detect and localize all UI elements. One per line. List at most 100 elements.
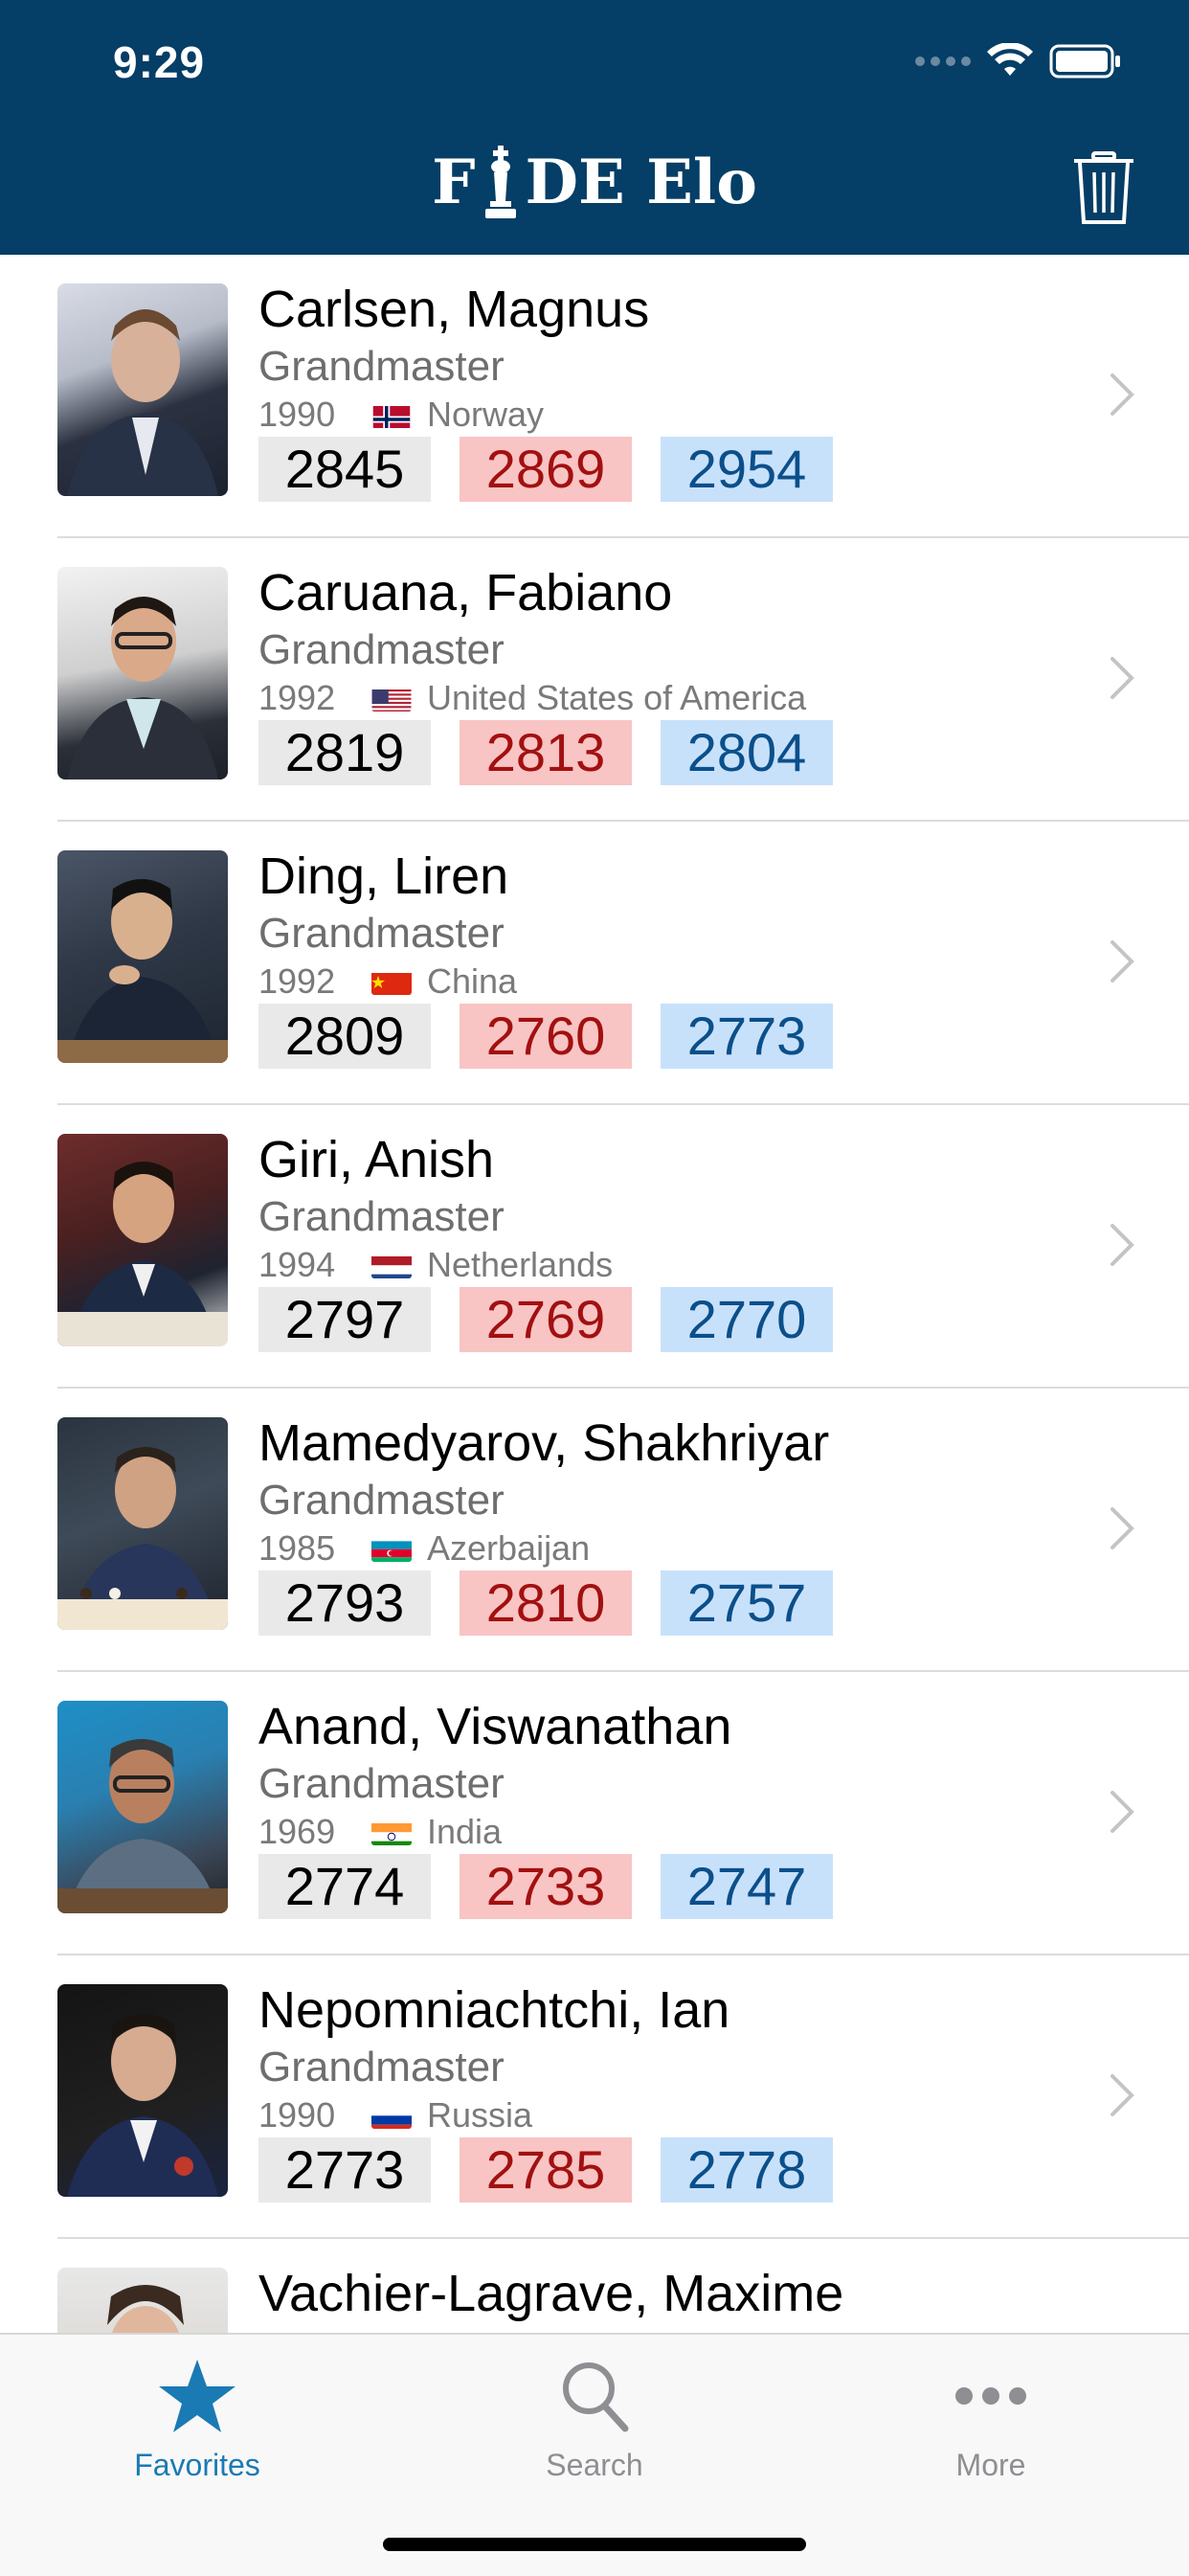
country-name: Russia bbox=[427, 2095, 533, 2135]
player-photo bbox=[57, 1701, 228, 1913]
blitz-rating: 2778 bbox=[661, 2137, 833, 2203]
ratings: 2793 2810 2757 bbox=[258, 1570, 833, 1636]
player-photo bbox=[57, 567, 228, 780]
player-name: Mamedyarov, Shakhriyar bbox=[258, 1414, 830, 1472]
player-row[interactable]: Carlsen, Magnus Grandmaster 1990 Norway … bbox=[0, 255, 1189, 538]
status-icons bbox=[915, 42, 1122, 80]
blitz-rating: 2954 bbox=[661, 437, 833, 502]
india-flag-icon bbox=[371, 1819, 412, 1845]
blitz-rating: 2770 bbox=[661, 1287, 833, 1352]
tab-favorites[interactable]: Favorites bbox=[54, 2348, 341, 2483]
player-meta: 1992 United States of America bbox=[258, 678, 806, 718]
ratings: 2797 2769 2770 bbox=[258, 1287, 833, 1352]
player-title: Grandmaster bbox=[258, 626, 505, 673]
home-indicator[interactable] bbox=[383, 2538, 806, 2551]
russia-flag-icon bbox=[371, 2102, 412, 2129]
norway-flag-icon bbox=[371, 401, 412, 428]
app-title-right: DE Elo bbox=[525, 147, 757, 218]
birth-year: 1969 bbox=[258, 1812, 336, 1851]
rapid-rating: 2769 bbox=[460, 1287, 632, 1352]
standard-rating: 2774 bbox=[258, 1854, 431, 1919]
player-photo bbox=[57, 850, 228, 1063]
status-time: 9:29 bbox=[113, 37, 206, 87]
player-title: Grandmaster bbox=[258, 1193, 505, 1240]
app-title-left: F bbox=[432, 147, 476, 218]
player-title: Grandmaster bbox=[258, 1477, 505, 1524]
standard-rating: 2809 bbox=[258, 1004, 431, 1069]
rapid-rating: 2733 bbox=[460, 1854, 632, 1919]
player-photo bbox=[57, 283, 228, 496]
player-meta: 1990 Russia bbox=[258, 2095, 532, 2135]
tab-label: Search bbox=[546, 2448, 643, 2482]
tab-more[interactable]: More bbox=[847, 2348, 1134, 2483]
birth-year: 1990 bbox=[258, 395, 336, 434]
trash-icon[interactable] bbox=[1072, 151, 1135, 226]
chevron-right-icon bbox=[1110, 2074, 1134, 2116]
rapid-rating: 2813 bbox=[460, 720, 632, 785]
ratings: 2809 2760 2773 bbox=[258, 1004, 833, 1069]
blitz-rating: 2804 bbox=[661, 720, 833, 785]
standard-rating: 2793 bbox=[258, 1570, 431, 1636]
player-meta: 1994 Netherlands bbox=[258, 1245, 613, 1285]
player-photo bbox=[57, 1134, 228, 1346]
tab-search[interactable]: Search bbox=[451, 2348, 738, 2483]
chess-king-icon bbox=[484, 146, 516, 218]
player-name: Anand, Viswanathan bbox=[258, 1698, 732, 1755]
player-meta: 1969 India bbox=[258, 1812, 502, 1852]
star-icon bbox=[159, 2360, 236, 2432]
chevron-right-icon bbox=[1110, 940, 1134, 983]
standard-rating: 2797 bbox=[258, 1287, 431, 1352]
player-meta: 1985 Azerbaijan bbox=[258, 1528, 590, 1569]
player-name: Giri, Anish bbox=[258, 1131, 495, 1188]
rapid-rating: 2869 bbox=[460, 437, 632, 502]
player-row[interactable]: Nepomniachtchi, Ian Grandmaster 1990 Rus… bbox=[0, 1955, 1189, 2239]
chevron-right-icon bbox=[1110, 657, 1134, 699]
player-meta: 1992 China bbox=[258, 961, 517, 1002]
netherlands-flag-icon bbox=[371, 1252, 412, 1278]
country-name: India bbox=[427, 1812, 503, 1851]
player-title: Grandmaster bbox=[258, 343, 505, 390]
country-name: Norway bbox=[427, 395, 545, 434]
blitz-rating: 2747 bbox=[661, 1854, 833, 1919]
birth-year: 1990 bbox=[258, 2095, 336, 2135]
search-icon bbox=[563, 2362, 629, 2432]
blitz-rating: 2773 bbox=[661, 1004, 833, 1069]
battery-icon bbox=[1049, 44, 1120, 79]
birth-year: 1994 bbox=[258, 1245, 336, 1284]
birth-year: 1992 bbox=[258, 678, 336, 717]
chevron-right-icon bbox=[1110, 1791, 1134, 1833]
player-row[interactable]: Giri, Anish Grandmaster 1994 Netherlands… bbox=[0, 1105, 1189, 1389]
player-meta: 1990 Norway bbox=[258, 395, 544, 435]
player-row[interactable]: Vachier-Lagrave, Maxime bbox=[0, 2239, 1189, 2333]
birth-year: 1985 bbox=[258, 1528, 336, 1568]
rapid-rating: 2760 bbox=[460, 1004, 632, 1069]
country-name: Netherlands bbox=[427, 1245, 614, 1284]
country-name: China bbox=[427, 961, 518, 1001]
cellular-signal-icon bbox=[915, 56, 971, 66]
birth-year: 1992 bbox=[258, 961, 336, 1001]
azerbaijan-flag-icon bbox=[371, 1535, 412, 1562]
player-name: Caruana, Fabiano bbox=[258, 564, 673, 621]
player-name: Vachier-Lagrave, Maxime bbox=[258, 2265, 844, 2322]
player-photo bbox=[57, 1984, 228, 2197]
app-title: F DE Elo bbox=[0, 144, 1189, 218]
country-name: Azerbaijan bbox=[427, 1528, 591, 1568]
standard-rating: 2819 bbox=[258, 720, 431, 785]
favorites-list[interactable]: Carlsen, Magnus Grandmaster 1990 Norway … bbox=[0, 255, 1189, 2333]
player-row[interactable]: Caruana, Fabiano Grandmaster 1992 United… bbox=[0, 538, 1189, 822]
standard-rating: 2773 bbox=[258, 2137, 431, 2203]
player-row[interactable]: Mamedyarov, Shakhriyar Grandmaster 1985 … bbox=[0, 1389, 1189, 1672]
player-row[interactable]: Ding, Liren Grandmaster 1992 China 2809 … bbox=[0, 822, 1189, 1105]
tab-label: Favorites bbox=[134, 2448, 260, 2482]
chevron-right-icon bbox=[1110, 1507, 1134, 1549]
ratings: 2773 2785 2778 bbox=[258, 2137, 833, 2203]
ratings: 2845 2869 2954 bbox=[258, 437, 833, 502]
player-title: Grandmaster bbox=[258, 1760, 505, 1807]
china-flag-icon bbox=[371, 968, 412, 995]
player-row[interactable]: Anand, Viswanathan Grandmaster 1969 Indi… bbox=[0, 1672, 1189, 1955]
wifi-icon bbox=[987, 43, 1033, 76]
rapid-rating: 2785 bbox=[460, 2137, 632, 2203]
rapid-rating: 2810 bbox=[460, 1570, 632, 1636]
more-icon bbox=[955, 2387, 1026, 2405]
chevron-right-icon bbox=[1110, 1224, 1134, 1266]
